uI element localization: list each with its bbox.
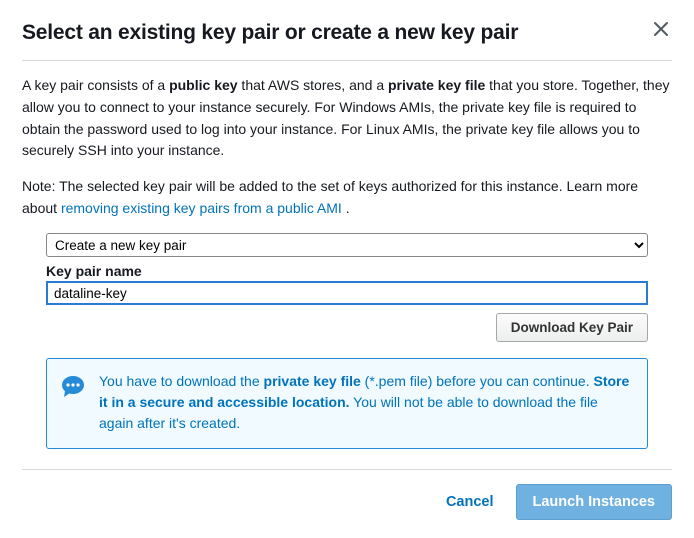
dialog-header: Select an existing key pair or create a …	[22, 20, 672, 61]
form-block: Create a new key pair Key pair name Down…	[46, 233, 648, 449]
dialog-footer: Cancel Launch Instances	[22, 469, 672, 520]
key-pair-name-label: Key pair name	[46, 263, 648, 279]
info-text: You have to download the private key fil…	[99, 371, 633, 434]
close-button[interactable]	[650, 20, 672, 38]
close-icon	[652, 20, 670, 38]
key-pair-action-select[interactable]: Create a new key pair	[46, 233, 648, 257]
remove-keypairs-link[interactable]: removing existing key pairs from a publi…	[61, 200, 342, 216]
launch-instances-button[interactable]: Launch Instances	[516, 484, 672, 520]
info-box: You have to download the private key fil…	[46, 358, 648, 449]
description-text: A key pair consists of a public key that…	[22, 75, 672, 162]
download-key-pair-button[interactable]: Download Key Pair	[496, 313, 648, 342]
key-pair-name-input[interactable]	[46, 281, 648, 305]
cancel-button[interactable]: Cancel	[442, 488, 498, 516]
dialog-title: Select an existing key pair or create a …	[22, 20, 518, 46]
note-text: Note: The selected key pair will be adde…	[22, 176, 672, 219]
info-icon	[61, 373, 87, 399]
key-pair-dialog: Select an existing key pair or create a …	[0, 0, 694, 538]
